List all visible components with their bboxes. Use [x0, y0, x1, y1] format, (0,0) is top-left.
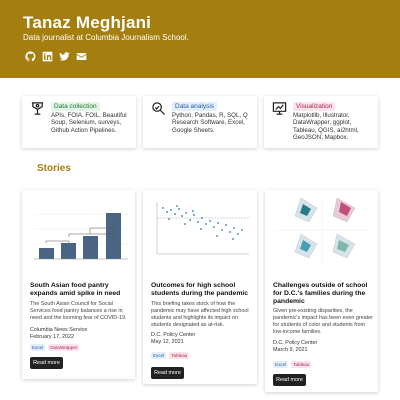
data-collection-icon: [30, 101, 45, 116]
read-more-button[interactable]: Read more: [151, 367, 184, 379]
skill-description: Python, Pandas, R, SQL, Q Research Softw…: [172, 112, 248, 134]
story-date: May 12, 2021: [151, 339, 184, 345]
skill-tag: Data collection: [51, 102, 100, 111]
story-title[interactable]: South Asian food pantry expands amid spi…: [30, 282, 130, 298]
read-more-button[interactable]: Read more: [30, 357, 63, 369]
story-title[interactable]: Challenges outside of school for D.C.'s …: [273, 282, 373, 306]
story-title[interactable]: Outcomes for high school students during…: [151, 282, 251, 298]
story-card: South Asian food pantry expands amid spi…: [22, 190, 135, 379]
thumbnail-bar: [106, 213, 121, 259]
story-tag: DataWrapper: [48, 344, 80, 351]
story-source: D.C. Policy Center: [273, 340, 318, 346]
story-source: Columbia News Service: [30, 327, 88, 333]
skill-card-visualization: Visualization Matplotlib, Illustrator, D…: [264, 96, 378, 148]
twitter-icon[interactable]: [59, 51, 70, 62]
story-summary: Given pre-existing disparities, the pand…: [273, 308, 373, 335]
skills-section: Data collection APIs, FOIA, FOIL, Beauti…: [22, 96, 378, 148]
profile-header: Tanaz Meghjani Data journalist at Columb…: [0, 0, 400, 78]
story-date: February 17, 2022: [30, 334, 75, 340]
story-summary: This briefing takes stock of how the pan…: [151, 301, 249, 328]
profile-name: Tanaz Meghjani: [23, 13, 152, 32]
story-tag: Excel: [151, 352, 167, 359]
story-card: Challenges outside of school for D.C.'s …: [265, 190, 378, 392]
skill-description: APIs, FOIA, FOIL, Beautiful Soup, Seleni…: [51, 112, 127, 134]
thumbnail-bar: [61, 243, 76, 259]
story-card: Outcomes for high school students during…: [143, 190, 257, 384]
story-thumbnail-bar-chart[interactable]: [28, 194, 130, 268]
visualization-icon: [272, 101, 287, 116]
skill-tag: Data analysis: [172, 102, 218, 111]
github-icon[interactable]: [25, 51, 36, 62]
profile-subtitle: Data journalist at Columbia Journalism S…: [23, 33, 189, 42]
skill-card-data-collection: Data collection APIs, FOIA, FOIL, Beauti…: [22, 96, 136, 148]
story-tags: Excel Tableau: [151, 352, 190, 359]
stories-heading: Stories: [37, 163, 71, 174]
story-tag: Excel: [30, 344, 46, 351]
skill-card-data-analysis: Data analysis Python, Pandas, R, SQL, Q …: [143, 96, 257, 148]
linkedin-icon[interactable]: [42, 51, 53, 62]
thumbnail-bar: [83, 236, 98, 259]
story-thumbnail-map-grid[interactable]: [271, 194, 373, 268]
email-icon[interactable]: [76, 51, 87, 62]
thumbnail-points: [162, 205, 243, 240]
story-source: D.C. Policy Center: [151, 332, 196, 338]
thumbnail-bar: [39, 248, 54, 259]
story-tags: Excel Tableau: [273, 361, 312, 368]
social-links: [25, 51, 87, 62]
story-thumbnail-scatter-plot[interactable]: [149, 194, 251, 268]
story-date: March 9, 2021: [273, 347, 308, 353]
story-tags: Excel DataWrapper: [30, 344, 80, 351]
story-tag: Tableau: [169, 352, 190, 359]
skill-tag: Visualization: [293, 102, 336, 111]
skill-description: Matplotlib, Illustrator, DataWrapper, gg…: [293, 112, 359, 142]
read-more-button[interactable]: Read more: [273, 374, 306, 386]
story-tag: Tableau: [291, 361, 312, 368]
data-analysis-icon: [151, 101, 166, 116]
story-tag: Excel: [273, 361, 289, 368]
story-summary: The South Asian Council for Social Servi…: [30, 301, 127, 321]
